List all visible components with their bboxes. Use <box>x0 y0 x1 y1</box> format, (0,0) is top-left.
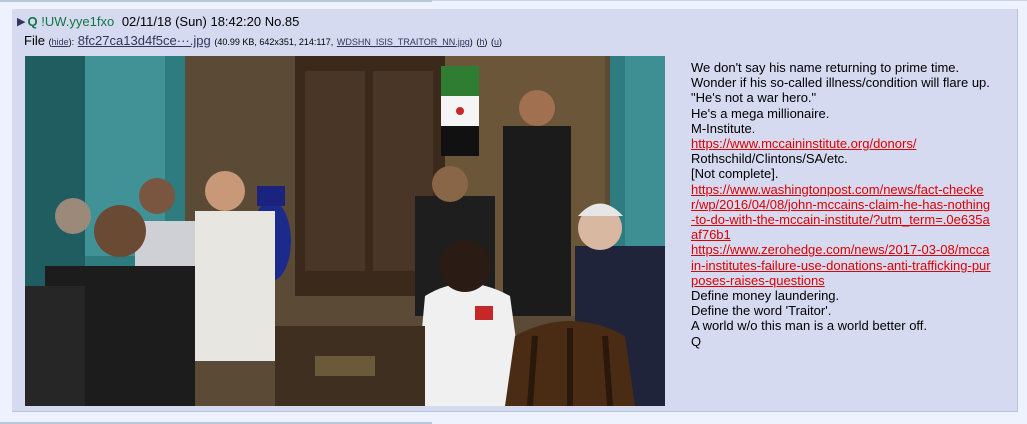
washingtonpost-link[interactable]: https://www.washingtonpost.com/news/fact… <box>691 182 991 243</box>
message-line: A world w/o this man is a world better o… <box>691 318 928 334</box>
message-line: We don't say his name returning to prime… <box>691 60 960 75</box>
message-line: "He's not a war hero." <box>691 90 817 106</box>
message-line: Rothschild/Clintons/SA/etc. <box>691 151 848 167</box>
post-message: We don't say his name returning to prime… <box>691 60 991 349</box>
zerohedge-link[interactable]: https://www.zerohedge.com/news/2017-03-0… <box>691 242 991 288</box>
post-info: ▶ Q !UW.yye1fxo 02/11/18 (Sun) 18:42:20 N… <box>17 14 299 30</box>
file-meta: (40.99 KB, 642x351, 214:117, <box>214 37 334 47</box>
hide-image-link[interactable]: hide <box>52 37 69 47</box>
mccain-donors-link[interactable]: https://www.mccaininstitute.org/donors/ <box>691 136 991 151</box>
file-u-link[interactable]: u <box>494 37 499 47</box>
file-name-link[interactable]: 8fc27ca13d4f5ce···.jpg <box>78 33 211 48</box>
post-image-thumbnail[interactable] <box>25 56 665 406</box>
file-info: File (hide): 8fc27ca13d4f5ce···.jpg (40.… <box>24 33 502 50</box>
file-u-wrapper: (u) <box>491 37 503 47</box>
file-h-wrapper: (h) <box>476 37 488 47</box>
file-meta-close: ) <box>469 37 473 47</box>
message-line: M-Institute. <box>691 120 756 136</box>
top-divider-right <box>432 0 1027 1</box>
reply-post: ▶ Q !UW.yye1fxo 02/11/18 (Sun) 18:42:20 N… <box>12 9 1018 412</box>
message-line: [Not complete]. <box>691 166 779 182</box>
message-signature: Q <box>691 333 702 349</box>
top-divider <box>0 0 432 2</box>
file-label: File <box>24 33 45 48</box>
original-filename-link[interactable]: WDSHN_ISIS_TRAITOR_NN.jpg <box>337 37 470 47</box>
message-line: Wonder if his so-called illness/conditio… <box>691 75 990 91</box>
file-h-link[interactable]: h <box>479 37 484 47</box>
message-line: Define money laundering. <box>691 288 840 304</box>
tripcode: !UW.yye1fxo <box>41 14 115 29</box>
post-datetime: 02/11/18 (Sun) 18:42:20 <box>121 14 262 29</box>
post-number-link[interactable]: No.85 <box>265 14 300 29</box>
photo-illustration <box>25 56 665 406</box>
message-line: He's a mega millionaire. <box>691 105 830 121</box>
post-menu-arrow-icon[interactable]: ▶ <box>17 16 25 28</box>
poster-name: Q <box>27 14 38 29</box>
hide-wrapper: (hide): <box>48 37 75 47</box>
message-line: Define the word 'Traitor'. <box>691 303 832 319</box>
